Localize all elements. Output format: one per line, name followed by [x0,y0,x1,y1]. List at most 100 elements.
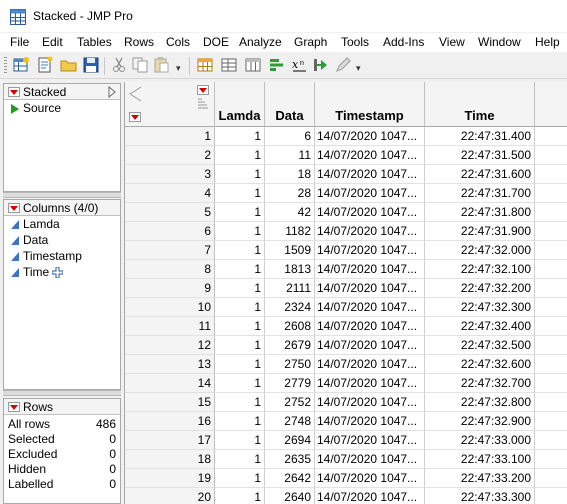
cell-lamda[interactable]: 1 [215,431,265,450]
cell-data[interactable]: 2642 [265,469,315,488]
cell-data[interactable]: 2750 [265,355,315,374]
columns-red-triangle-icon[interactable] [197,85,209,95]
menu-window[interactable]: Window [478,35,521,49]
red-triangle-menu-icon[interactable] [8,87,20,97]
cell-empty[interactable] [535,317,567,336]
cell-timestamp[interactable]: 14/07/2020 1047... [315,488,425,504]
cell-time[interactable]: 22:47:31.600 [425,165,535,184]
cell-lamda[interactable]: 1 [215,374,265,393]
cell-timestamp[interactable]: 14/07/2020 1047... [315,317,425,336]
cell-data[interactable]: 2679 [265,336,315,355]
toolbar-overflow-dropdown[interactable]: ▾ [176,63,181,74]
column-item-data[interactable]: Data [4,232,120,248]
data-table-icon[interactable] [196,56,214,74]
row-number[interactable]: 14 [125,374,215,393]
cell-time[interactable]: 22:47:33.200 [425,469,535,488]
cell-empty[interactable] [535,165,567,184]
cell-data[interactable]: 6 [265,127,315,146]
cell-time[interactable]: 22:47:31.800 [425,203,535,222]
column-header-timestamp[interactable]: Timestamp [315,82,425,127]
cell-timestamp[interactable]: 14/07/2020 1047... [315,450,425,469]
cell-time[interactable]: 22:47:32.000 [425,241,535,260]
column-item-lamda[interactable]: Lamda [4,216,120,232]
row-number[interactable]: 5 [125,203,215,222]
row-number[interactable]: 1 [125,127,215,146]
cell-timestamp[interactable]: 14/07/2020 1047... [315,336,425,355]
rows-summary-row[interactable]: All rows 486 [4,417,120,432]
cell-data[interactable]: 2694 [265,431,315,450]
row-number[interactable]: 8 [125,260,215,279]
cell-empty[interactable] [535,488,567,504]
cell-time[interactable]: 22:47:32.300 [425,298,535,317]
new-data-table-icon[interactable] [12,56,30,74]
cell-lamda[interactable]: 1 [215,469,265,488]
column-filter-lines-icon[interactable] [197,97,209,111]
cell-data[interactable]: 2779 [265,374,315,393]
row-number[interactable]: 11 [125,317,215,336]
menu-tools[interactable]: Tools [341,35,369,49]
menu-view[interactable]: View [439,35,465,49]
row-number[interactable]: 3 [125,165,215,184]
save-icon[interactable] [82,56,100,74]
cell-timestamp[interactable]: 14/07/2020 1047... [315,127,425,146]
cell-empty[interactable] [535,355,567,374]
cell-lamda[interactable]: 1 [215,260,265,279]
cell-lamda[interactable]: 1 [215,222,265,241]
cell-lamda[interactable]: 1 [215,336,265,355]
toolbar-overflow-dropdown-2[interactable]: ▾ [356,63,361,74]
cell-time[interactable]: 22:47:33.300 [425,488,535,504]
column-header-lamda[interactable]: Lamda [215,82,265,127]
menu-cols[interactable]: Cols [166,35,190,49]
cell-data[interactable]: 2111 [265,279,315,298]
column-header-time[interactable]: Time [425,82,535,127]
copy-icon[interactable] [131,56,149,74]
cell-empty[interactable] [535,127,567,146]
cell-timestamp[interactable]: 14/07/2020 1047... [315,374,425,393]
panel-splitter[interactable] [3,192,121,198]
cell-data[interactable]: 1813 [265,260,315,279]
row-number[interactable]: 19 [125,469,215,488]
cell-data[interactable]: 28 [265,184,315,203]
cell-time[interactable]: 22:47:32.100 [425,260,535,279]
cell-lamda[interactable]: 1 [215,203,265,222]
cell-timestamp[interactable]: 14/07/2020 1047... [315,393,425,412]
cell-timestamp[interactable]: 14/07/2020 1047... [315,279,425,298]
cell-data[interactable]: 2608 [265,317,315,336]
cell-data[interactable]: 2748 [265,412,315,431]
cell-data[interactable]: 11 [265,146,315,165]
row-number[interactable]: 2 [125,146,215,165]
cell-time[interactable]: 22:47:33.100 [425,450,535,469]
red-triangle-menu-icon[interactable] [8,203,20,213]
red-triangle-menu-icon[interactable] [8,402,20,412]
rows-summary-row[interactable]: Excluded 0 [4,447,120,462]
cell-lamda[interactable]: 1 [215,146,265,165]
cell-empty[interactable] [535,222,567,241]
cell-time[interactable]: 22:47:31.900 [425,222,535,241]
cell-timestamp[interactable]: 14/07/2020 1047... [315,412,425,431]
cell-time[interactable]: 22:47:32.800 [425,393,535,412]
row-number[interactable]: 15 [125,393,215,412]
cell-empty[interactable] [535,203,567,222]
row-number[interactable]: 12 [125,336,215,355]
cell-timestamp[interactable]: 14/07/2020 1047... [315,222,425,241]
cell-timestamp[interactable]: 14/07/2020 1047... [315,165,425,184]
row-number[interactable]: 16 [125,412,215,431]
panel-splitter[interactable] [3,390,121,396]
cell-data[interactable]: 1182 [265,222,315,241]
cell-timestamp[interactable]: 14/07/2020 1047... [315,203,425,222]
column-item-timestamp[interactable]: Timestamp [4,248,120,264]
cell-data[interactable]: 1509 [265,241,315,260]
cell-empty[interactable] [535,469,567,488]
row-number[interactable]: 13 [125,355,215,374]
cell-lamda[interactable]: 1 [215,355,265,374]
cell-empty[interactable] [535,241,567,260]
paste-icon[interactable] [152,56,170,74]
cell-timestamp[interactable]: 14/07/2020 1047... [315,469,425,488]
cell-time[interactable]: 22:47:32.900 [425,412,535,431]
collapse-arrow-icon[interactable] [107,86,117,98]
cell-empty[interactable] [535,393,567,412]
row-number[interactable]: 7 [125,241,215,260]
cell-empty[interactable] [535,260,567,279]
cell-empty[interactable] [535,336,567,355]
cell-lamda[interactable]: 1 [215,127,265,146]
